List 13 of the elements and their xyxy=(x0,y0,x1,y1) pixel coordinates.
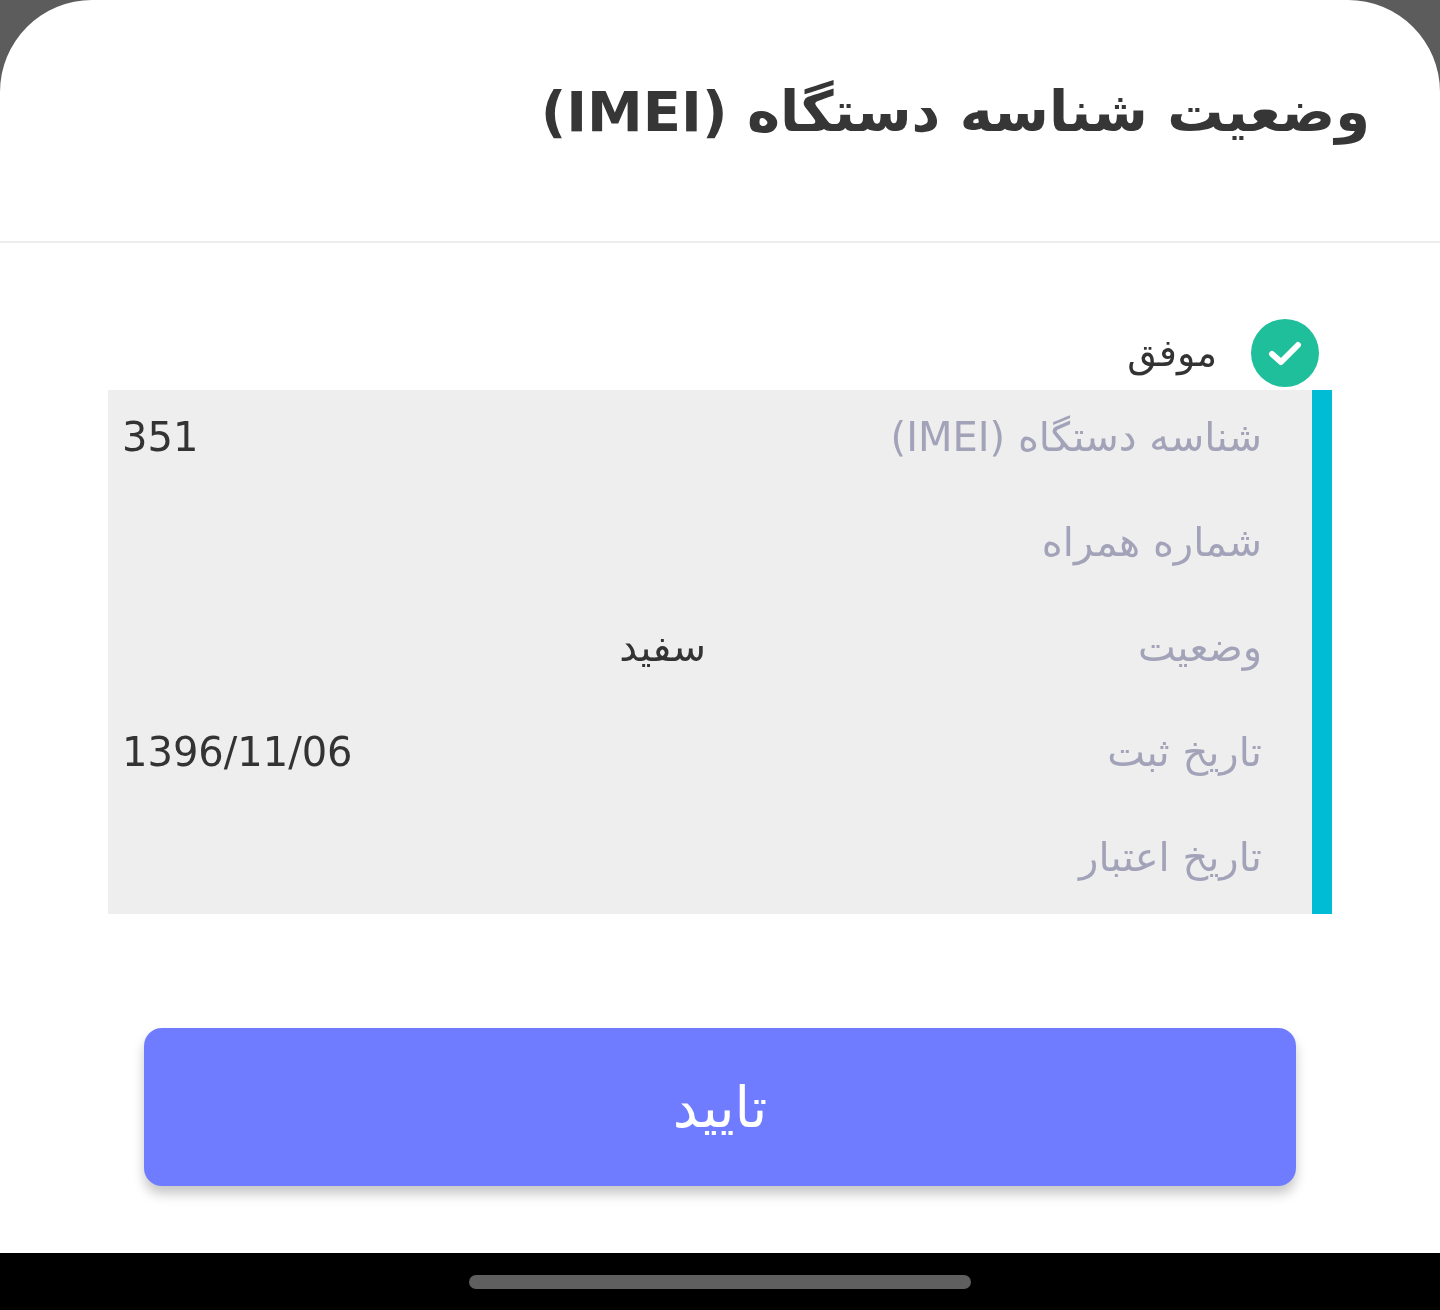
detail-value: سفید xyxy=(618,623,706,672)
detail-value: 1396/11/06 xyxy=(122,727,354,777)
detail-label: تاریخ ثبت xyxy=(1106,727,1262,778)
detail-label: شماره همراه xyxy=(1040,518,1262,568)
home-indicator[interactable] xyxy=(469,1274,971,1289)
status-text: موفق xyxy=(1127,330,1217,378)
check-circle-icon xyxy=(1251,319,1319,387)
detail-value: 351 xyxy=(122,413,200,463)
confirm-button[interactable]: تایید xyxy=(144,1028,1296,1186)
detail-label: شناسه دستگاه (IMEI) xyxy=(889,413,1262,463)
detail-label: وضعیت xyxy=(1137,623,1262,673)
sheet-title: وضعیت شناسه دستگاه (IMEI) xyxy=(540,78,1370,147)
detail-label: تاریخ اعتبار xyxy=(1076,832,1262,883)
